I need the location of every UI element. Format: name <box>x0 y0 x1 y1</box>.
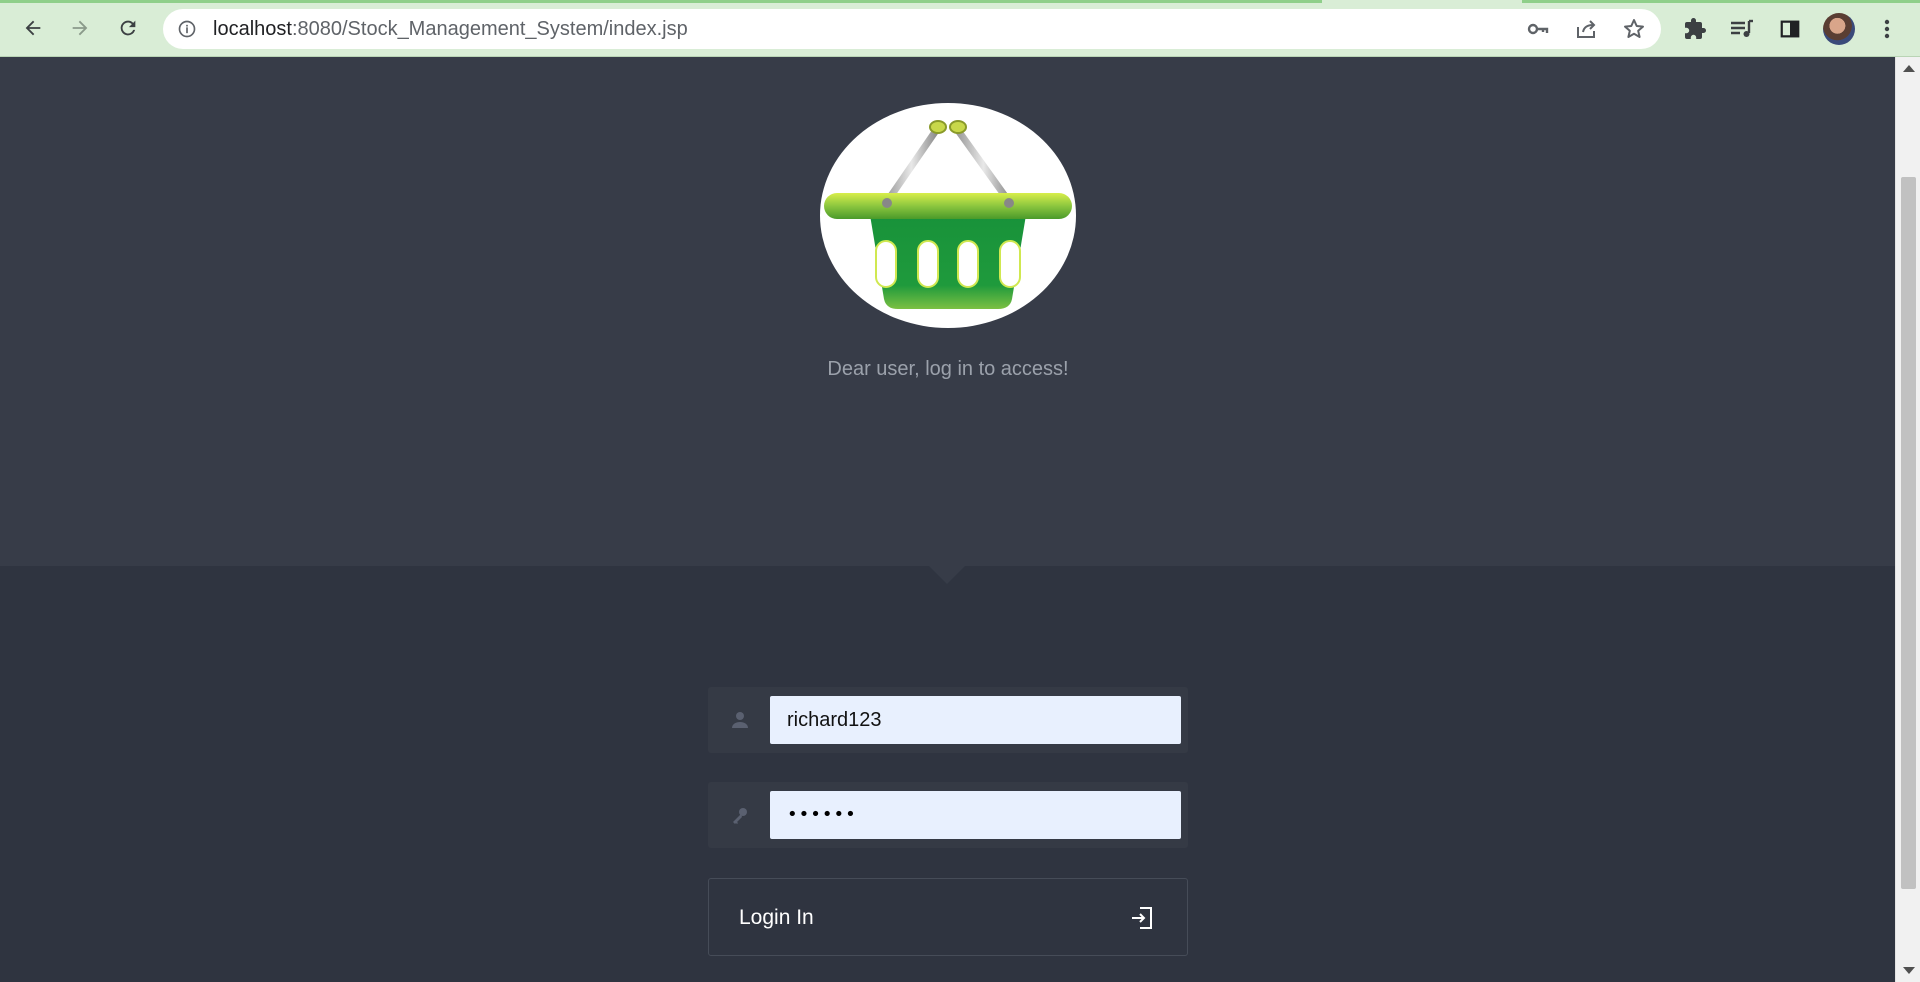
kebab-menu-icon <box>1884 19 1890 39</box>
password-key-button[interactable] <box>1525 17 1551 41</box>
username-input[interactable] <box>770 696 1181 744</box>
reload-button[interactable] <box>111 11 145 45</box>
page-load-progress <box>0 0 1322 3</box>
page-scrollbar[interactable] <box>1895 57 1920 982</box>
side-panel-button[interactable] <box>1775 14 1805 44</box>
arrow-right-icon <box>72 20 88 36</box>
login-button-label: Login In <box>739 906 814 929</box>
password-input[interactable] <box>770 791 1181 839</box>
login-tagline: Dear user, log in to access! <box>827 358 1069 380</box>
profile-avatar[interactable] <box>1823 13 1855 45</box>
forward-button[interactable] <box>63 11 97 45</box>
page-load-progress-tail <box>1522 0 1920 3</box>
password-field-group: •••••• <box>708 782 1188 848</box>
browser-toolbar: localhost:8080/Stock_Management_System/i… <box>0 0 1920 57</box>
app-logo <box>820 103 1076 328</box>
scroll-down-arrow-icon[interactable] <box>1903 967 1915 974</box>
url-text[interactable]: localhost:8080/Stock_Management_System/i… <box>213 19 688 39</box>
reload-icon <box>120 20 136 36</box>
username-field-group <box>708 687 1188 753</box>
url-host: localhost <box>213 18 292 40</box>
reading-list-button[interactable] <box>1727 14 1757 44</box>
url-path: :8080/Stock_Management_System/index.jsp <box>291 18 688 40</box>
sign-in-icon <box>1132 907 1152 929</box>
scroll-thumb[interactable] <box>1901 177 1916 889</box>
extensions-button[interactable] <box>1680 14 1710 44</box>
address-bar[interactable]: localhost:8080/Stock_Management_System/i… <box>163 9 1661 49</box>
scroll-up-arrow-icon[interactable] <box>1903 65 1915 72</box>
side-panel-icon <box>1780 20 1800 38</box>
playlist-icon <box>1731 19 1753 37</box>
shopping-basket-icon <box>824 120 1072 309</box>
login-button[interactable]: Login In <box>708 878 1188 956</box>
share-icon <box>1577 20 1596 38</box>
header-pointer <box>929 566 965 584</box>
puzzle-icon <box>1685 18 1706 39</box>
key-icon <box>1527 23 1549 35</box>
info-icon[interactable] <box>177 19 197 39</box>
bookmark-button[interactable] <box>1621 17 1647 41</box>
share-button[interactable] <box>1573 17 1599 41</box>
arrow-left-icon <box>25 20 41 36</box>
star-icon <box>1624 19 1644 38</box>
user-icon <box>728 708 752 732</box>
back-button[interactable] <box>16 11 50 45</box>
browser-menu-button[interactable] <box>1872 14 1902 44</box>
key-icon <box>728 803 752 827</box>
